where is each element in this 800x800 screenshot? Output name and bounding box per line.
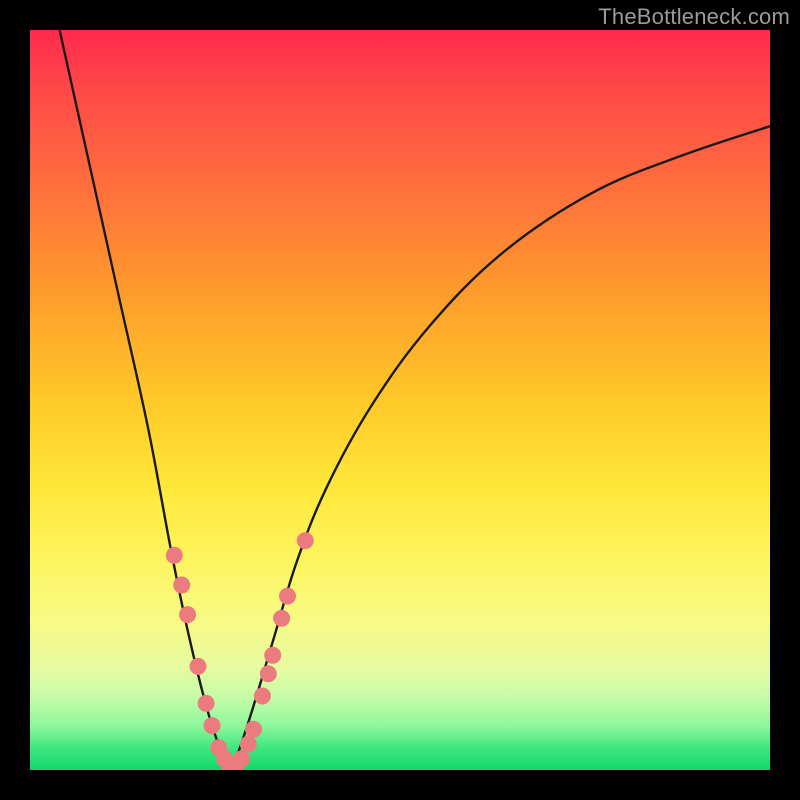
data-marker <box>297 532 314 549</box>
data-marker <box>166 547 183 564</box>
watermark-text: TheBottleneck.com <box>598 4 790 30</box>
bottleneck-curve <box>60 30 770 770</box>
data-marker <box>204 717 221 734</box>
data-marker <box>260 665 277 682</box>
data-marker <box>245 721 262 738</box>
data-marker <box>279 588 296 605</box>
data-marker <box>190 658 207 675</box>
data-marker <box>198 695 215 712</box>
data-marker <box>240 736 257 753</box>
data-marker <box>179 606 196 623</box>
data-marker <box>173 577 190 594</box>
plot-area <box>30 30 770 770</box>
marker-group <box>166 532 314 770</box>
chart-frame: TheBottleneck.com <box>0 0 800 800</box>
data-marker <box>264 647 281 664</box>
data-marker <box>233 750 250 767</box>
data-marker <box>254 688 271 705</box>
data-marker <box>273 610 290 627</box>
chart-svg <box>30 30 770 770</box>
